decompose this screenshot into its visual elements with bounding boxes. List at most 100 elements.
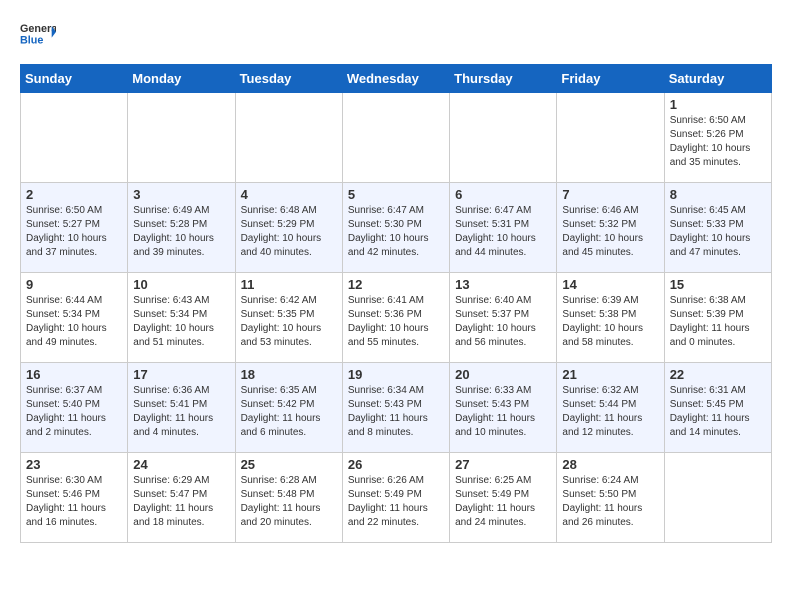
calendar-cell (557, 93, 664, 183)
cell-content: Sunrise: 6:36 AM Sunset: 5:41 PM Dayligh… (133, 384, 229, 440)
calendar-cell: 16 Sunrise: 6:37 AM Sunset: 5:40 PM Dayli… (21, 363, 128, 453)
cell-content: Sunrise: 6:31 AM Sunset: 5:45 PM Dayligh… (670, 384, 766, 440)
day-number: 11 (241, 277, 337, 292)
day-number: 24 (133, 457, 229, 472)
calendar-cell: 22 Sunrise: 6:31 AM Sunset: 5:45 PM Dayli… (664, 363, 771, 453)
day-number: 12 (348, 277, 444, 292)
weekday-header: Friday (557, 65, 664, 93)
day-number: 27 (455, 457, 551, 472)
calendar-cell: 25Sunrise: 6:28 AM Sunset: 5:48 PM Dayli… (235, 453, 342, 543)
day-number: 18 (241, 367, 337, 382)
calendar-cell: 21 Sunrise: 6:32 AM Sunset: 5:44 PM Dayli… (557, 363, 664, 453)
calendar-cell: 7 Sunrise: 6:46 AM Sunset: 5:32 PM Daylig… (557, 183, 664, 273)
logo: General Blue (20, 20, 56, 48)
calendar-cell: 24 Sunrise: 6:29 AM Sunset: 5:47 PM Dayli… (128, 453, 235, 543)
calendar-cell: 26Sunrise: 6:26 AM Sunset: 5:49 PM Dayli… (342, 453, 449, 543)
calendar-cell: 6 Sunrise: 6:47 AM Sunset: 5:31 PM Daylig… (450, 183, 557, 273)
calendar-cell: 14 Sunrise: 6:39 AM Sunset: 5:38 PM Dayli… (557, 273, 664, 363)
svg-text:General: General (20, 23, 56, 35)
calendar-cell: 27 Sunrise: 6:25 AM Sunset: 5:49 PM Dayli… (450, 453, 557, 543)
weekday-header: Wednesday (342, 65, 449, 93)
calendar-table: SundayMondayTuesdayWednesdayThursdayFrid… (20, 64, 772, 543)
calendar-cell: 10 Sunrise: 6:43 AM Sunset: 5:34 PM Dayli… (128, 273, 235, 363)
calendar-cell: 18 Sunrise: 6:35 AM Sunset: 5:42 PM Dayli… (235, 363, 342, 453)
calendar-cell: 15 Sunrise: 6:38 AM Sunset: 5:39 PM Dayli… (664, 273, 771, 363)
cell-content: Sunrise: 6:39 AM Sunset: 5:38 PM Dayligh… (562, 294, 658, 350)
calendar-cell: 3 Sunrise: 6:49 AM Sunset: 5:28 PM Daylig… (128, 183, 235, 273)
calendar-week-row: 9Sunrise: 6:44 AM Sunset: 5:34 PM Daylig… (21, 273, 772, 363)
calendar-header-row: SundayMondayTuesdayWednesdayThursdayFrid… (21, 65, 772, 93)
day-number: 3 (133, 187, 229, 202)
day-number: 6 (455, 187, 551, 202)
day-number: 22 (670, 367, 766, 382)
day-number: 5 (348, 187, 444, 202)
cell-content: Sunrise: 6:40 AM Sunset: 5:37 PM Dayligh… (455, 294, 551, 350)
day-number: 20 (455, 367, 551, 382)
svg-text:Blue: Blue (20, 34, 43, 46)
calendar-cell (128, 93, 235, 183)
cell-content: Sunrise: 6:42 AM Sunset: 5:35 PM Dayligh… (241, 294, 337, 350)
day-number: 1 (670, 97, 766, 112)
cell-content: Sunrise: 6:30 AM Sunset: 5:46 PM Dayligh… (26, 474, 122, 530)
day-number: 7 (562, 187, 658, 202)
day-number: 8 (670, 187, 766, 202)
cell-content: Sunrise: 6:48 AM Sunset: 5:29 PM Dayligh… (241, 204, 337, 260)
calendar-cell (342, 93, 449, 183)
cell-content: Sunrise: 6:29 AM Sunset: 5:47 PM Dayligh… (133, 474, 229, 530)
calendar-cell: 19 Sunrise: 6:34 AM Sunset: 5:43 PM Dayli… (342, 363, 449, 453)
logo-icon: General Blue (20, 20, 56, 48)
day-number: 26 (348, 457, 444, 472)
calendar-cell (21, 93, 128, 183)
cell-content: Sunrise: 6:33 AM Sunset: 5:43 PM Dayligh… (455, 384, 551, 440)
calendar-cell: 5 Sunrise: 6:47 AM Sunset: 5:30 PM Daylig… (342, 183, 449, 273)
calendar-week-row: 2 Sunrise: 6:50 AM Sunset: 5:27 PM Daylig… (21, 183, 772, 273)
cell-content: Sunrise: 6:37 AM Sunset: 5:40 PM Dayligh… (26, 384, 122, 440)
day-number: 19 (348, 367, 444, 382)
calendar-week-row: 1 Sunrise: 6:50 AM Sunset: 5:26 PM Daylig… (21, 93, 772, 183)
calendar-week-row: 23Sunrise: 6:30 AM Sunset: 5:46 PM Dayli… (21, 453, 772, 543)
day-number: 13 (455, 277, 551, 292)
cell-content: Sunrise: 6:32 AM Sunset: 5:44 PM Dayligh… (562, 384, 658, 440)
day-number: 4 (241, 187, 337, 202)
cell-content: Sunrise: 6:44 AM Sunset: 5:34 PM Dayligh… (26, 294, 122, 350)
cell-content: Sunrise: 6:46 AM Sunset: 5:32 PM Dayligh… (562, 204, 658, 260)
day-number: 14 (562, 277, 658, 292)
cell-content: Sunrise: 6:47 AM Sunset: 5:31 PM Dayligh… (455, 204, 551, 260)
cell-content: Sunrise: 6:25 AM Sunset: 5:49 PM Dayligh… (455, 474, 551, 530)
calendar-cell: 2 Sunrise: 6:50 AM Sunset: 5:27 PM Daylig… (21, 183, 128, 273)
weekday-header: Monday (128, 65, 235, 93)
day-number: 2 (26, 187, 122, 202)
calendar-cell: 20 Sunrise: 6:33 AM Sunset: 5:43 PM Dayli… (450, 363, 557, 453)
day-number: 16 (26, 367, 122, 382)
cell-content: Sunrise: 6:41 AM Sunset: 5:36 PM Dayligh… (348, 294, 444, 350)
cell-content: Sunrise: 6:49 AM Sunset: 5:28 PM Dayligh… (133, 204, 229, 260)
calendar-cell (235, 93, 342, 183)
cell-content: Sunrise: 6:38 AM Sunset: 5:39 PM Dayligh… (670, 294, 766, 350)
day-number: 17 (133, 367, 229, 382)
calendar-cell: 23Sunrise: 6:30 AM Sunset: 5:46 PM Dayli… (21, 453, 128, 543)
calendar-cell: 28Sunrise: 6:24 AM Sunset: 5:50 PM Dayli… (557, 453, 664, 543)
weekday-header: Thursday (450, 65, 557, 93)
calendar-cell: 12 Sunrise: 6:41 AM Sunset: 5:36 PM Dayli… (342, 273, 449, 363)
weekday-header: Sunday (21, 65, 128, 93)
cell-content: Sunrise: 6:43 AM Sunset: 5:34 PM Dayligh… (133, 294, 229, 350)
weekday-header: Tuesday (235, 65, 342, 93)
cell-content: Sunrise: 6:47 AM Sunset: 5:30 PM Dayligh… (348, 204, 444, 260)
day-number: 25 (241, 457, 337, 472)
weekday-header: Saturday (664, 65, 771, 93)
calendar-cell: 4 Sunrise: 6:48 AM Sunset: 5:29 PM Daylig… (235, 183, 342, 273)
calendar-cell: 9Sunrise: 6:44 AM Sunset: 5:34 PM Daylig… (21, 273, 128, 363)
cell-content: Sunrise: 6:34 AM Sunset: 5:43 PM Dayligh… (348, 384, 444, 440)
calendar-cell (450, 93, 557, 183)
calendar-week-row: 16 Sunrise: 6:37 AM Sunset: 5:40 PM Dayli… (21, 363, 772, 453)
page-header: General Blue (20, 20, 772, 48)
day-number: 21 (562, 367, 658, 382)
day-number: 10 (133, 277, 229, 292)
calendar-cell: 1 Sunrise: 6:50 AM Sunset: 5:26 PM Daylig… (664, 93, 771, 183)
cell-content: Sunrise: 6:35 AM Sunset: 5:42 PM Dayligh… (241, 384, 337, 440)
cell-content: Sunrise: 6:50 AM Sunset: 5:26 PM Dayligh… (670, 114, 766, 170)
calendar-cell: 17 Sunrise: 6:36 AM Sunset: 5:41 PM Dayli… (128, 363, 235, 453)
cell-content: Sunrise: 6:50 AM Sunset: 5:27 PM Dayligh… (26, 204, 122, 260)
day-number: 15 (670, 277, 766, 292)
cell-content: Sunrise: 6:45 AM Sunset: 5:33 PM Dayligh… (670, 204, 766, 260)
